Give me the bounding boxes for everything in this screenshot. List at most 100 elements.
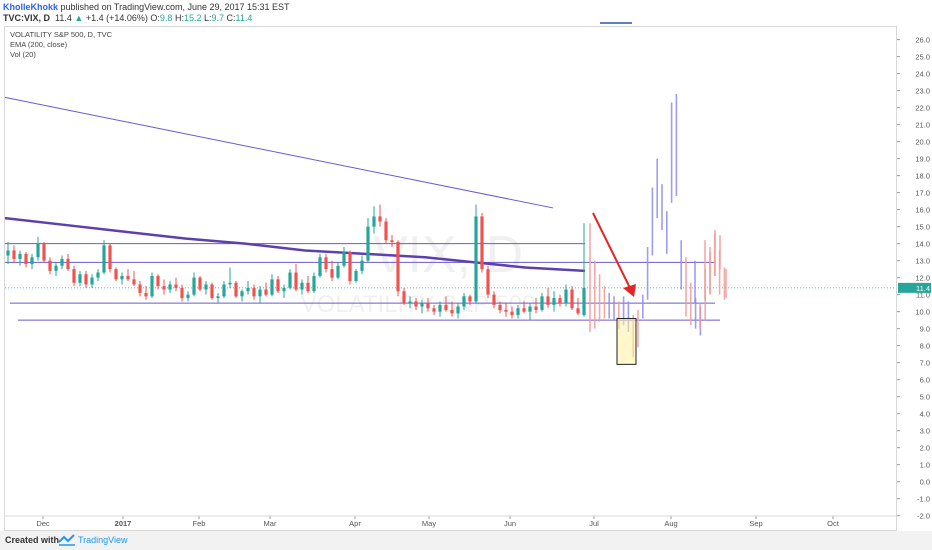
legend-ema[interactable]: EMA (200, close) (10, 40, 112, 50)
candle-body (312, 275, 316, 292)
candle-body (306, 282, 310, 292)
candle-body (342, 252, 346, 266)
y-tick-label: 17.0 (915, 189, 930, 198)
candle-body (204, 284, 208, 290)
tradingview-logo-icon[interactable] (58, 534, 76, 546)
x-tick-label: Aug (664, 519, 677, 528)
y-tick-label: 22.0 (915, 104, 930, 113)
candle-body (90, 277, 94, 285)
candle-body (348, 252, 352, 282)
legend-symbol[interactable]: VOLATILITY S&P 500, D, TVC (10, 30, 112, 40)
candle-body (564, 289, 568, 304)
x-tick-label: Sep (749, 519, 762, 528)
candle-body (450, 309, 454, 314)
candle-body (228, 282, 232, 285)
y-tick-label: 4.0 (920, 410, 930, 419)
candle-body (402, 291, 406, 304)
candle-body (516, 308, 520, 316)
y-tick-label: 6.0 (920, 376, 930, 385)
candle-body (504, 309, 508, 312)
projected-bars (589, 94, 727, 358)
candle-body (576, 308, 580, 314)
legend-volume[interactable]: Vol (20) (10, 50, 112, 60)
candle-body (48, 260, 52, 271)
candle-body (96, 272, 100, 278)
y-tick-label: 1.0 (920, 461, 930, 470)
candle-body (522, 308, 526, 312)
candle-body (408, 301, 412, 304)
x-tick-label: 2017 (115, 519, 132, 528)
candle-body (180, 287, 184, 299)
time-axis[interactable]: Dec 2017 Feb Mar Apr May Jun Jul Aug Sep Oct (5, 515, 896, 528)
candle-body (126, 275, 130, 280)
x-tick-label: Mar (264, 519, 277, 528)
price-axis[interactable]: -2.0 -1.0 0.0 1.0 2.0 3.0 4.0 5.0 6.0 7.0 8.0 9.0 10… (897, 36, 931, 521)
candle-body (132, 279, 136, 285)
candle-body (72, 269, 76, 283)
candle-body (6, 250, 10, 256)
candle-body (102, 245, 106, 273)
candle-body (186, 294, 190, 299)
highlight-box (616, 317, 637, 365)
candle-body (138, 284, 142, 293)
candle-body (318, 257, 322, 276)
candle-body (570, 289, 574, 309)
y-tick-label: 10.0 (915, 308, 930, 317)
candle-body (288, 272, 292, 288)
y-tick-label: 20.0 (915, 138, 930, 147)
candle-body (234, 282, 238, 297)
candle-body (144, 292, 148, 297)
candle-body (114, 269, 118, 280)
candle-body (120, 275, 124, 280)
candle-body (420, 303, 424, 307)
candle-body (240, 291, 244, 297)
candle-body (246, 287, 250, 292)
candle-body (36, 243, 40, 258)
candle-body (192, 277, 196, 295)
y-tick-label: 21.0 (915, 121, 930, 130)
y-tick-label: 16.0 (915, 206, 930, 215)
last-price-label: 11.4 (916, 284, 930, 293)
candle-body (330, 269, 334, 278)
candle-body (552, 298, 556, 305)
y-tick-label: 23.0 (915, 87, 930, 96)
downtrend-line[interactable] (4, 96, 554, 209)
footer-bar: Created with TradingView (0, 531, 932, 550)
y-tick-label: -1.0 (917, 495, 930, 504)
candle-body (438, 304, 442, 312)
candle-body (474, 216, 478, 302)
candle-body (60, 258, 64, 266)
y-tick-label: 5.0 (920, 393, 930, 402)
y-tick-label: 14.0 (915, 240, 930, 249)
x-tick-label: Dec (36, 519, 50, 528)
candle-body (444, 304, 448, 310)
candle-body (372, 216, 376, 227)
candle-body (258, 289, 262, 297)
y-tick-label: 19.0 (915, 155, 930, 164)
candle-body (390, 240, 394, 242)
candle-body (462, 296, 466, 307)
candle-body (54, 265, 58, 271)
range-marker (600, 22, 632, 24)
candle-body (528, 306, 532, 312)
y-tick-label: 26.0 (915, 36, 930, 45)
candle-body (378, 216, 382, 222)
candle-body (354, 270, 358, 282)
candle-body (360, 260, 364, 271)
candle-body (300, 282, 304, 290)
candle-body (282, 287, 286, 292)
price-chart[interactable]: VIX, D VOLATILITY S&P 500 -2.0-1.00.01.0… (0, 0, 932, 531)
x-tick-label: Feb (193, 519, 206, 528)
candle-body (42, 243, 46, 261)
candle-body (582, 287, 586, 316)
candle-body (414, 301, 418, 307)
candle-body (270, 279, 274, 295)
x-tick-label: Oct (827, 519, 840, 528)
candle-body (336, 265, 340, 278)
candle-body (498, 304, 502, 310)
candle-body (78, 274, 82, 283)
candle-body (252, 287, 256, 297)
candle-body (108, 245, 112, 270)
candle-body (456, 306, 460, 314)
tradingview-brand[interactable]: TradingView (78, 535, 128, 545)
